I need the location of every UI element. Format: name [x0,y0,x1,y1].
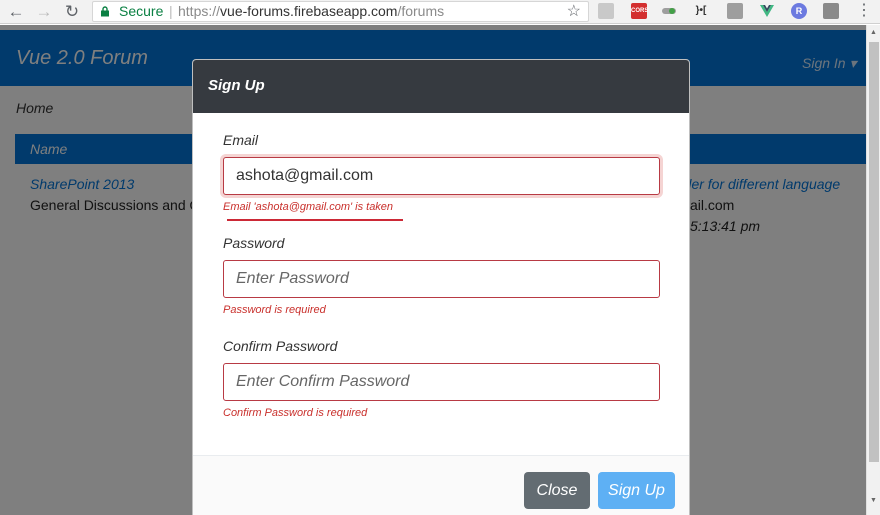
modal-header: Sign Up [193,60,689,113]
password-label: Password [223,235,285,251]
lock-icon [101,6,109,17]
email-error-underline [227,219,403,221]
address-bar[interactable]: Secure | https://vue-forums.firebaseapp.… [92,1,589,22]
reload-icon[interactable]: ↻ [62,2,82,22]
scroll-up-arrow-icon[interactable]: ▲ [867,29,880,36]
secure-label: Secure [119,3,164,19]
scroll-down-arrow-icon[interactable]: ▼ [867,497,880,504]
browser-menu-icon[interactable]: ⋮ [856,1,872,21]
password-error: Password is required [223,304,326,316]
signup-button[interactable]: Sign Up [598,472,675,509]
modal-footer: Close Sign Up [193,455,689,515]
confirm-password-field[interactable] [223,363,660,401]
email-field[interactable] [223,157,660,195]
scrollbar[interactable]: ▲ ▼ [866,25,880,515]
shield-extension-icon[interactable] [823,3,839,19]
scrollbar-thumb[interactable] [869,42,879,462]
url-text: https://vue-forums.firebaseapp.com/forum… [178,3,445,19]
modal-title: Sign Up [208,77,265,94]
password-field[interactable] [223,260,660,298]
back-arrow-icon[interactable]: ← [6,2,26,22]
confirm-password-error: Confirm Password is required [223,407,368,419]
cors-extension-icon[interactable]: CORS [631,3,648,19]
page-icon[interactable] [598,3,614,19]
bracket-extension-icon[interactable]: }•[ [693,3,709,19]
browser-toolbar: ← → ↻ Secure | https://vue-forums.fireba… [0,0,880,24]
email-label: Email [223,132,259,148]
toggle-extension-icon[interactable] [661,3,677,19]
office-extension-icon[interactable] [727,3,743,19]
close-button[interactable]: Close [524,472,590,509]
forward-arrow-icon[interactable]: → [34,2,54,22]
signup-modal: Sign Up Email Email 'ashota@gmail.com' i… [192,59,690,515]
email-error: Email 'ashota@gmail.com' is taken [223,201,394,213]
url-separator: | [169,3,173,19]
confirm-password-label: Confirm Password [223,338,338,354]
r-extension-icon[interactable]: R [791,3,807,19]
bookmark-star-icon[interactable]: ☆ [567,2,581,21]
vue-devtools-icon[interactable] [759,3,775,19]
